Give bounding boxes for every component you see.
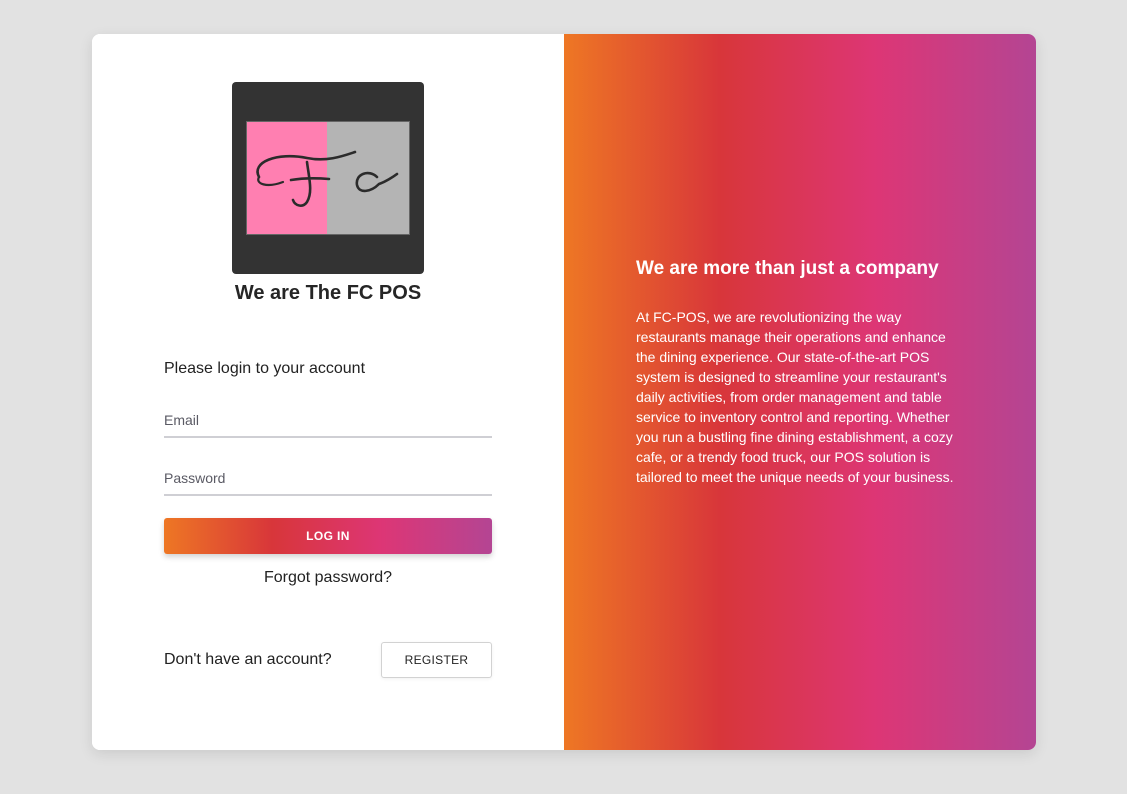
login-panel: We are The FC POS Please login to your a… — [92, 34, 564, 750]
info-panel: We are more than just a company At FC-PO… — [564, 34, 1036, 750]
register-prompt: Don't have an account? — [164, 651, 332, 668]
email-field[interactable] — [164, 406, 492, 434]
register-button[interactable]: REGISTER — [381, 642, 492, 678]
info-body: At FC-POS, we are revolutionizing the wa… — [636, 309, 954, 485]
login-card: We are The FC POS Please login to your a… — [92, 34, 1036, 750]
brand-logo — [232, 82, 424, 274]
login-prompt: Please login to your account — [164, 360, 366, 377]
password-field[interactable] — [164, 464, 492, 492]
brand-title: We are The FC POS — [234, 282, 422, 304]
password-field-container — [164, 464, 492, 496]
info-heading: We are more than just a company — [636, 258, 939, 279]
email-field-container — [164, 406, 492, 438]
forgot-password-link[interactable]: Forgot password? — [164, 569, 492, 587]
logo-script-fc — [256, 150, 399, 207]
login-button[interactable]: LOG IN — [164, 518, 492, 554]
